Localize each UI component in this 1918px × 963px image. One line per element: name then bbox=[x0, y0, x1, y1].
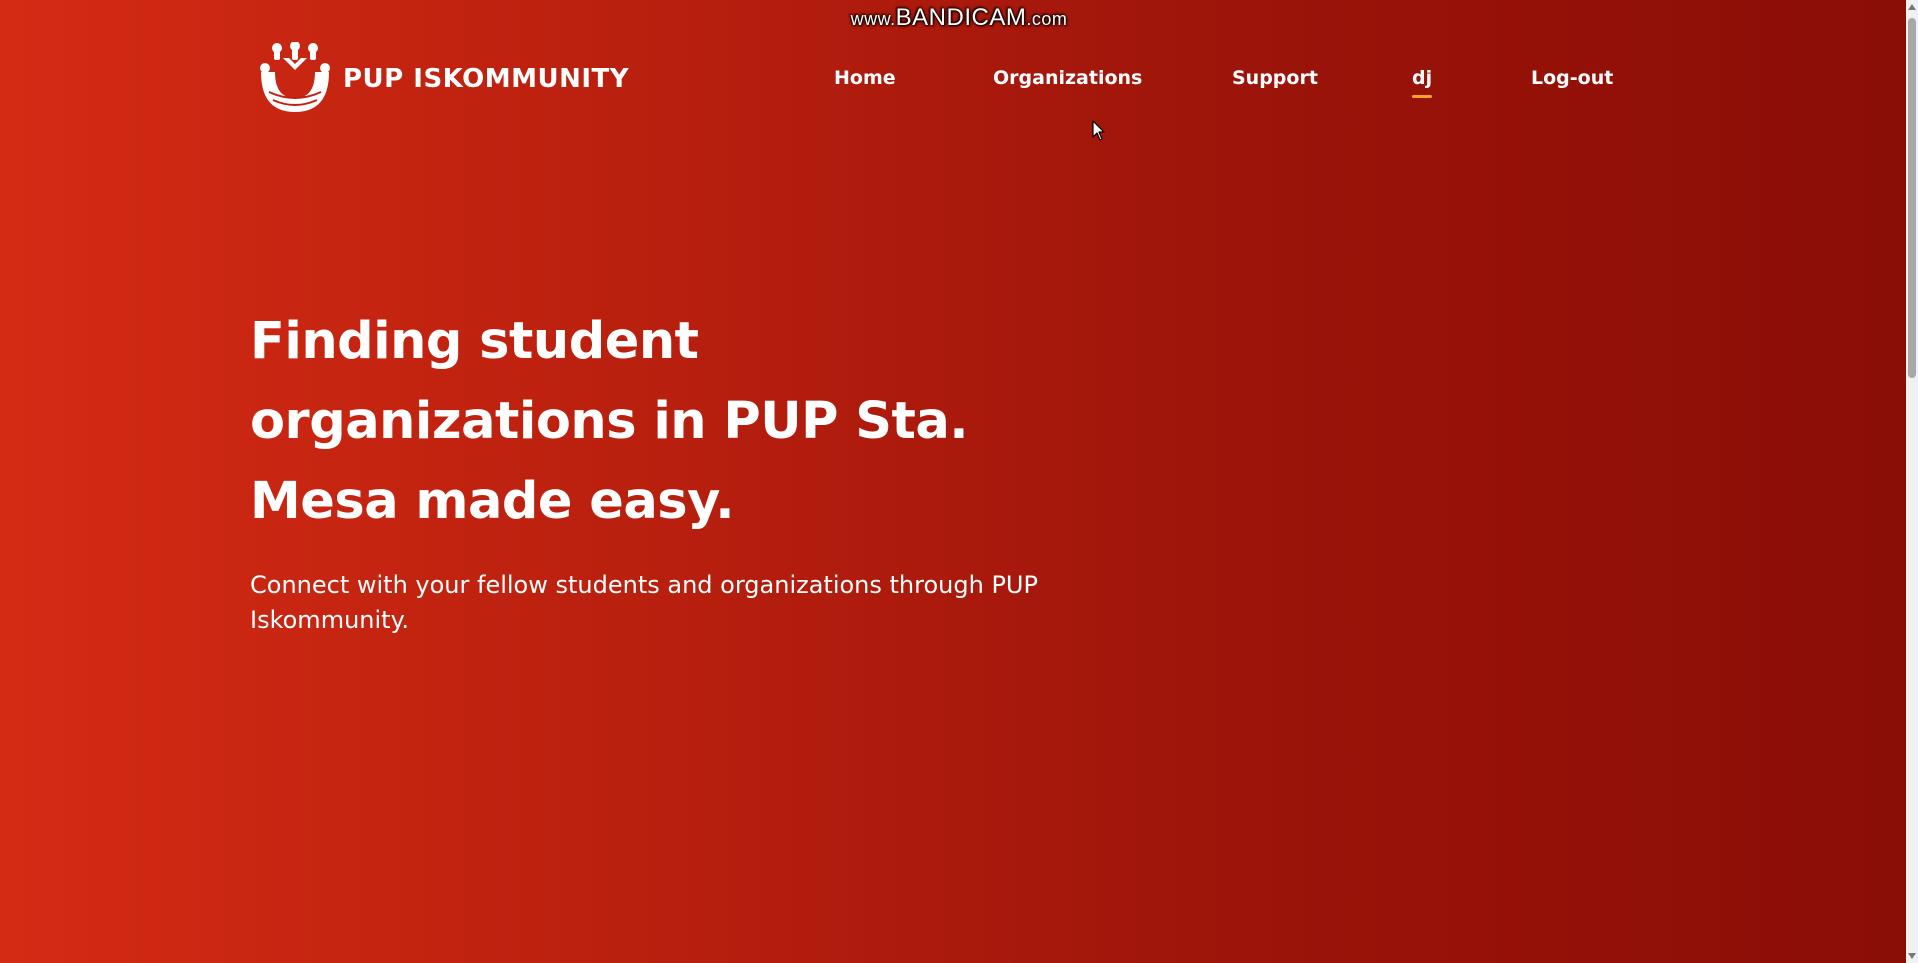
watermark-suffix: .com bbox=[1026, 9, 1068, 29]
landing-page: www.BANDICAM.com PUP ISKOMMUNITY Home Or… bbox=[0, 0, 1918, 963]
hero-title-line: Mesa made easy. bbox=[250, 472, 735, 531]
watermark-prefix: www. bbox=[850, 9, 896, 29]
hero-subtitle: Connect with your fellow students and or… bbox=[250, 571, 1038, 634]
watermark-brand: BANDICAM bbox=[895, 4, 1027, 31]
recorder-watermark: www.BANDICAM.com bbox=[0, 4, 1918, 32]
nav-home[interactable]: Home bbox=[834, 67, 896, 89]
mouse-cursor-icon bbox=[1092, 120, 1105, 141]
scroll-down-icon[interactable] bbox=[1908, 953, 1916, 959]
scroll-up-icon[interactable] bbox=[1908, 4, 1916, 10]
nav-support[interactable]: Support bbox=[1232, 67, 1318, 89]
nav-user-profile[interactable]: dj bbox=[1412, 67, 1433, 98]
page-scrollbar[interactable] bbox=[1906, 0, 1918, 963]
hero-title-line: organizations in PUP Sta. bbox=[250, 392, 969, 451]
hero-title-line: Finding student bbox=[250, 312, 699, 371]
site-header: PUP ISKOMMUNITY Home Organizations Suppo… bbox=[255, 42, 1675, 116]
main-nav: Home Organizations Support dj Log-out bbox=[255, 67, 1675, 98]
nav-organizations[interactable]: Organizations bbox=[993, 67, 1142, 89]
hero-section: Finding student organizations in PUP Sta… bbox=[250, 302, 1150, 638]
nav-logout[interactable]: Log-out bbox=[1531, 67, 1613, 89]
scroll-thumb[interactable] bbox=[1908, 18, 1916, 378]
hero-title: Finding student organizations in PUP Sta… bbox=[250, 302, 1150, 542]
